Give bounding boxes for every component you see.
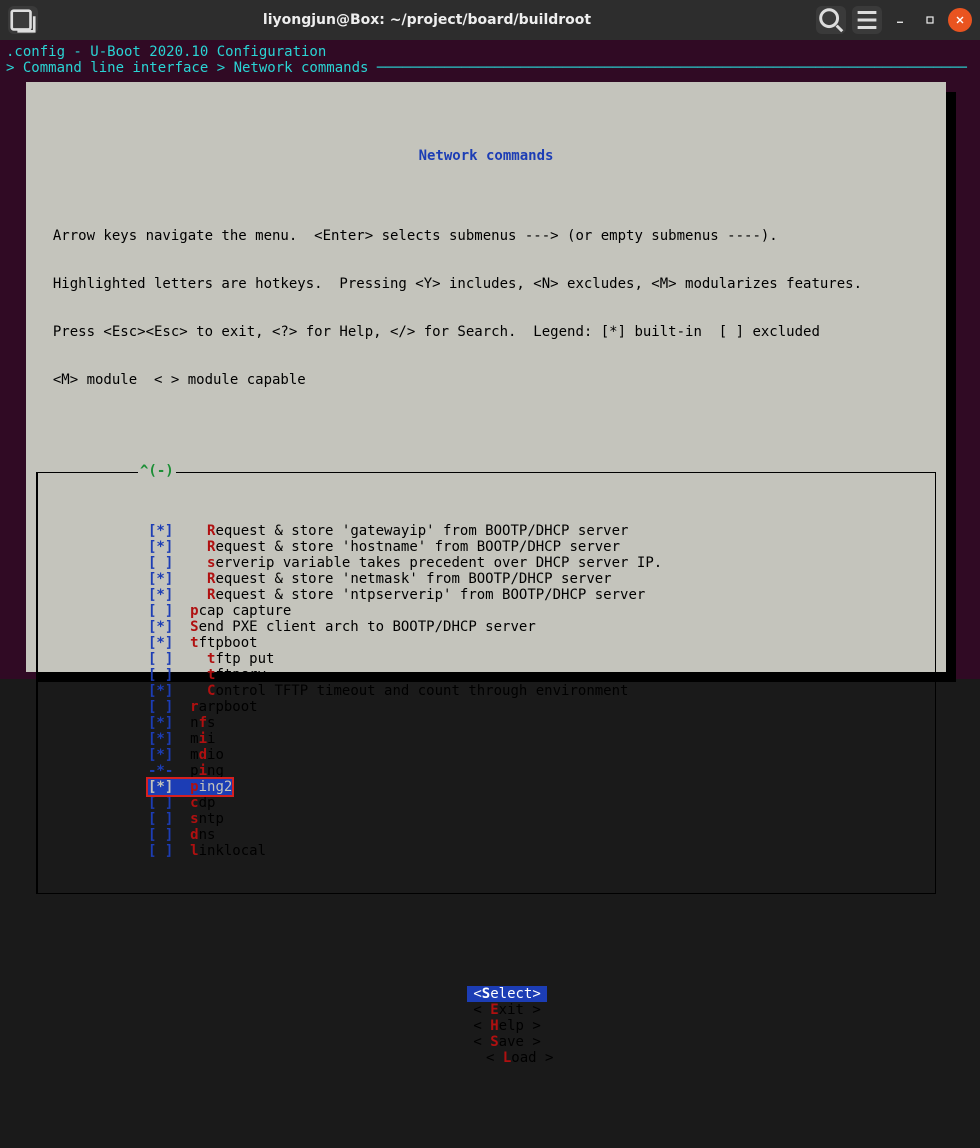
- menu-item[interactable]: [*] Request & store 'ntpserverip' from B…: [38, 587, 935, 603]
- menu-title: Network commands: [36, 148, 936, 164]
- button-row: <Select> < Exit > < Help > < Save > < Lo…: [36, 970, 936, 1082]
- menu-item[interactable]: [*] Send PXE client arch to BOOTP/DHCP s…: [38, 619, 935, 635]
- menu-item[interactable]: [*] tftpboot: [38, 635, 935, 651]
- load-button[interactable]: < Load >: [480, 1050, 559, 1066]
- menu-item[interactable]: [*] mii: [38, 731, 935, 747]
- select-button[interactable]: <Select>: [467, 986, 546, 1002]
- menu-item[interactable]: [*] ping2: [38, 779, 935, 795]
- config-dialog: Network commands Arrow keys navigate the…: [26, 82, 946, 672]
- help-text: Arrow keys navigate the menu. <Enter> se…: [36, 196, 936, 420]
- new-tab-button[interactable]: [8, 6, 38, 34]
- menu-item[interactable]: [ ] cdp: [38, 795, 935, 811]
- exit-button[interactable]: < Exit >: [467, 1002, 546, 1018]
- menu-item[interactable]: [*] Request & store 'hostname' from BOOT…: [38, 539, 935, 555]
- menu-item[interactable]: [ ] pcap capture: [38, 603, 935, 619]
- menu-frame: ^(-) [*] Request & store 'gatewayip' fro…: [36, 472, 936, 894]
- menu-item[interactable]: [ ] dns: [38, 827, 935, 843]
- menu-item[interactable]: [*] nfs: [38, 715, 935, 731]
- titlebar: liyongjun@Box: ~/project/board/buildroot: [0, 0, 980, 40]
- menu-item[interactable]: [*] Control TFTP timeout and count throu…: [38, 683, 935, 699]
- terminal-area[interactable]: .config - U-Boot 2020.10 Configuration >…: [0, 40, 980, 679]
- menu-item[interactable]: [ ] sntp: [38, 811, 935, 827]
- menu-item[interactable]: [ ] tftp put: [38, 651, 935, 667]
- maximize-button[interactable]: [918, 8, 942, 32]
- menu-item[interactable]: [*] mdio: [38, 747, 935, 763]
- menu-item[interactable]: [ ] linklocal: [38, 843, 935, 859]
- menu-item[interactable]: [ ] rarpboot: [38, 699, 935, 715]
- menu-button[interactable]: [852, 6, 882, 34]
- save-button[interactable]: < Save >: [467, 1034, 546, 1050]
- minimize-button[interactable]: [888, 8, 912, 32]
- menu-item[interactable]: [ ] serverip variable takes precedent ov…: [38, 555, 935, 571]
- search-button[interactable]: [816, 6, 846, 34]
- menu-item[interactable]: -*- ping: [38, 763, 935, 779]
- window-title: liyongjun@Box: ~/project/board/buildroot: [46, 12, 808, 28]
- menu-item[interactable]: [*] Request & store 'netmask' from BOOTP…: [38, 571, 935, 587]
- scroll-up-indicator: ^(-): [138, 463, 176, 479]
- menu-item[interactable]: [*] Request & store 'gatewayip' from BOO…: [38, 523, 935, 539]
- help-button[interactable]: < Help >: [467, 1018, 546, 1034]
- close-button[interactable]: [948, 8, 972, 32]
- menu-item[interactable]: [ ] tftpsrv: [38, 667, 935, 683]
- config-header-1: .config - U-Boot 2020.10 Configuration: [6, 44, 974, 60]
- config-header-2: > Command line interface > Network comma…: [6, 60, 974, 76]
